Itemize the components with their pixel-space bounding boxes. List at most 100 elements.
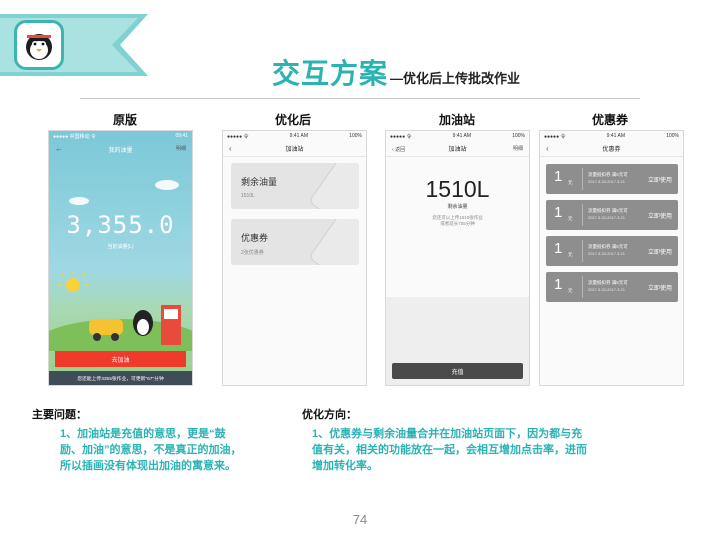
coupon-unit: 元 [568,288,573,293]
use-now-button[interactable]: 立即使用 [648,175,672,184]
nav-title: 加油站 [448,147,467,153]
card-decoration [308,219,359,265]
status-carrier: ●●●●● 令 [390,133,412,140]
status-battery: 100% [666,133,679,139]
coupon-divider [582,240,583,262]
direction-line: 1、优惠券与剩余油量合并在加油站页面下，因为都与充 [312,428,583,440]
status-time: 9:41 AM [452,133,472,139]
phone-optimized: ●●●●● 令 9:41 AM 100% ‹ 加油站 剩余油量 1510L 优惠… [222,130,367,386]
coupon-item[interactable]: 1 元 流量抵扣券 满5元可 2017.3.20-2017.3.21 立即使用 [546,164,678,194]
coupon-date: 2017.3.20-2017.3.21 [588,287,625,292]
status-carrier: ●●●●● 令 [227,133,249,140]
back-chevron-icon[interactable]: ‹ [229,144,232,153]
card-subtitle: 1510L [241,193,255,199]
nav-title: 加油站 [285,147,304,153]
recharge-button[interactable]: 充值 [392,363,523,379]
coupon-item[interactable]: 1 元 流量抵扣券 满5元可 2017.3.20-2017.3.21 立即使用 [546,236,678,266]
column-label-optimized: 优化后 [274,113,311,127]
fuel-amount: 3,355.0 [66,211,175,239]
coupon-unit: 元 [568,180,573,185]
direction-title: 优化方向： [302,409,357,421]
phone-coupon: ●●●●● 令 9:41 AM 100% ‹ 优惠券 1 元 流量抵扣券 满5元… [539,130,684,386]
fuel-amount-label: 剩余油量 [447,204,468,210]
problems-line: 所以插画没有体现出加油的寓意来。 [60,460,236,472]
column-label-coupon: 优惠券 [591,113,628,127]
card-subtitle: 2张优惠券 [241,250,264,256]
problems-line: 1、加油站是充值的意思，更是“鼓 [60,428,226,440]
coupon-unit: 元 [568,216,573,221]
coupon-date: 2017.3.20-2017.3.21 [588,215,625,220]
coupon-title: 流量抵扣券 满5元可 [588,208,628,213]
card-title: 优惠券 [241,233,269,243]
status-time: 9:41 AM [289,133,309,139]
status-carrier: ●●●●● 中国移动 令 [53,133,96,140]
coupon-divider [582,276,583,298]
page-number: 74 [352,512,368,527]
nav-detail-link[interactable]: 明细 [513,145,523,152]
fuel-amount-label: 当前油量(L) [107,244,134,250]
coupon-date: 2017.3.20-2017.3.21 [588,179,625,184]
coupon-item[interactable]: 1 元 流量抵扣券 满5元可 2017.3.20-2017.3.21 立即使用 [546,200,678,230]
status-bar: ●●●●● 令 9:41 AM 100% [223,131,366,141]
problems-title: 主要问题： [32,409,87,421]
nav-title: 我的油量 [108,147,133,154]
card-title: 剩余油量 [241,177,278,187]
status-battery: 100% [512,133,525,139]
back-link[interactable]: ‹ 返回 [392,146,405,153]
nav-title: 优惠券 [602,147,621,153]
coupon-amount: 1 [554,276,563,293]
status-bar: ●●●●● 令 9:41 AM 100% [540,131,683,141]
use-now-button[interactable]: 立即使用 [648,211,672,220]
coupon-amount: 1 [554,168,563,185]
use-now-button[interactable]: 立即使用 [648,283,672,292]
use-now-button[interactable]: 立即使用 [648,247,672,256]
status-battery: 100% [349,133,362,139]
fuel-note: 您还可以上传1510张作业 或者延长755分钟 [386,215,529,227]
nav-detail-link[interactable]: 明细 [176,145,186,152]
app-logo-icon [14,20,64,70]
title-main: 交互方案 [272,58,389,89]
nav-bar: ‹ 加油站 [223,141,366,157]
back-arrow-icon[interactable]: ← [55,144,63,153]
status-bar: ●●●●● 令 9:41 AM 100% [386,131,529,141]
back-chevron-icon[interactable]: ‹ [546,144,549,153]
refuel-button[interactable]: 去加油 [55,351,186,367]
nav-bar: ‹ 优惠券 [540,141,683,157]
nav-bar: ← 我的油量 明细 [49,141,192,157]
fuel-amount: 1510L [425,176,490,202]
clouds-illustration [69,180,179,205]
status-carrier: ●●●●● 令 [544,133,566,140]
coupon-title: 流量抵扣券 满5元可 [588,172,628,177]
status-bar: ●●●●● 中国移动 令 09:41 [49,131,192,141]
coupon-amount: 1 [554,240,563,257]
coupon-date: 2017.3.20-2017.3.21 [588,251,625,256]
fuel-note-line: 或者延长755分钟 [440,221,475,226]
nav-bar: ‹ 返回 加油站 明细 [386,141,529,157]
title-divider [80,98,640,99]
card-decoration [308,163,359,209]
coupon-title: 流量抵扣券 满5元可 [588,244,628,249]
direction-line: 值有关，相关的功能放在一起，会相互增加点击率，进而 [312,444,587,456]
coupon-amount: 1 [554,204,563,221]
coupon-divider [582,168,583,190]
direction-line: 增加转化率。 [312,460,378,472]
coupon-title: 流量抵扣券 满5元可 [588,280,628,285]
remaining-fuel-card[interactable]: 剩余油量 1510L [231,163,359,209]
column-label-station: 加油站 [438,113,475,127]
coupon-item[interactable]: 1 元 流量抵扣券 满5元可 2017.3.20-2017.3.21 立即使用 [546,272,678,302]
slide-title: 交互方案 —优化后上传批改作业 [272,52,520,92]
status-time: 09:41 [175,133,188,139]
coupon-divider [582,204,583,226]
problems-body: 1、加油站是充值的意思，更是“鼓 励、加油”的意思，不是真正的加油， 所以插画没… [60,426,285,474]
title-subtitle: —优化后上传批改作业 [390,71,521,86]
phone-station: ●●●●● 令 9:41 AM 100% ‹ 返回 加油站 明细 1510L 剩… [385,130,530,386]
coupon-unit: 元 [568,252,573,257]
back-label: 返回 [395,147,406,153]
gas-station-illustration [49,271,192,351]
column-label-original: 原版 [112,113,137,127]
direction-body: 1、优惠券与剩余油量合并在加油站页面下，因为都与充 值有关，相关的功能放在一起，… [312,426,642,474]
status-time: 9:41 AM [606,133,626,139]
upload-hint-bar: 您还能上传3355张作业，可更新"67"分钟 [49,371,192,385]
problems-line: 励、加油”的意思，不是真正的加油， [60,444,242,456]
coupon-card[interactable]: 优惠券 2张优惠券 [231,219,359,265]
